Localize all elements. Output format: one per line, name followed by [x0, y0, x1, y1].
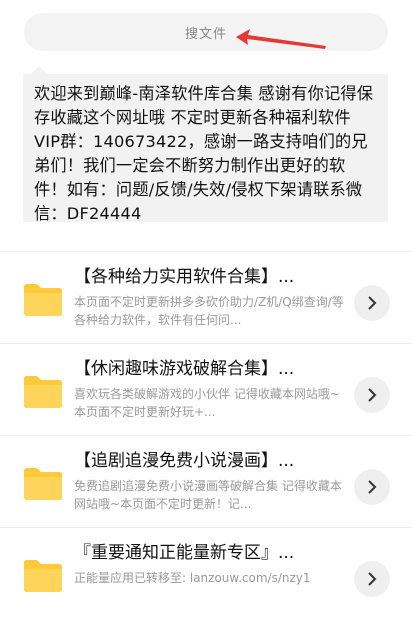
notice-box: 欢迎来到巅峰-南泽软件库合集 感谢有你记得保存收藏这个网址哦 不定时更新各种福利…: [23, 74, 388, 223]
open-button[interactable]: [354, 561, 390, 597]
folder-icon: [24, 376, 62, 408]
item-title: 【追剧追漫免费小说漫画】...: [74, 451, 295, 471]
list-item[interactable]: 『重要通知正能量新专区』... 正能量应用已转移至: lanzouw.com/s…: [0, 527, 412, 619]
item-description: 正能量应用已转移至: lanzouw.com/s/nzy1: [74, 571, 311, 585]
list-item[interactable]: 【休闲趣味游戏破解合集】... 喜欢玩各类破解游戏的小伙伴 记得收藏本网站哦~本…: [0, 343, 412, 435]
search-bar[interactable]: 搜文件: [24, 13, 388, 51]
item-title: 【各种给力实用软件合集】...: [74, 267, 295, 287]
notice-text: 欢迎来到巅峰-南泽软件库合集 感谢有你记得保存收藏这个网址哦 不定时更新各种福利…: [34, 84, 374, 223]
open-button[interactable]: [354, 469, 390, 505]
folder-icon: [24, 284, 62, 316]
chevron-right-icon: [368, 572, 377, 586]
item-description: 喜欢玩各类破解游戏的小伙伴 记得收藏本网站哦~本页面不定时更新好玩+...: [74, 387, 340, 419]
folder-icon: [24, 468, 62, 500]
item-description: 免费追剧追漫免费小说漫画等破解合集 记得收藏本网站哦~本页面不定时更新！记...: [74, 479, 342, 511]
notice-pointer: [31, 66, 47, 74]
item-description: 本页面不定时更新拼多多砍价助力/Z机/Q绑查询/等各种给力软件，软件有任何问..…: [74, 295, 344, 327]
list-item[interactable]: 【各种给力实用软件合集】... 本页面不定时更新拼多多砍价助力/Z机/Q绑查询/…: [0, 251, 412, 343]
search-placeholder: 搜文件: [184, 26, 227, 42]
open-button[interactable]: [354, 285, 390, 321]
chevron-right-icon: [368, 480, 377, 494]
list-item[interactable]: 【追剧追漫免费小说漫画】... 免费追剧追漫免费小说漫画等破解合集 记得收藏本网…: [0, 435, 412, 527]
annotation-arrow-icon: [236, 29, 326, 49]
item-title: 【休闲趣味游戏破解合集】...: [74, 359, 295, 379]
open-button[interactable]: [354, 377, 390, 413]
chevron-right-icon: [368, 388, 377, 402]
chevron-right-icon: [368, 296, 377, 310]
item-title: 『重要通知正能量新专区』...: [74, 543, 295, 563]
